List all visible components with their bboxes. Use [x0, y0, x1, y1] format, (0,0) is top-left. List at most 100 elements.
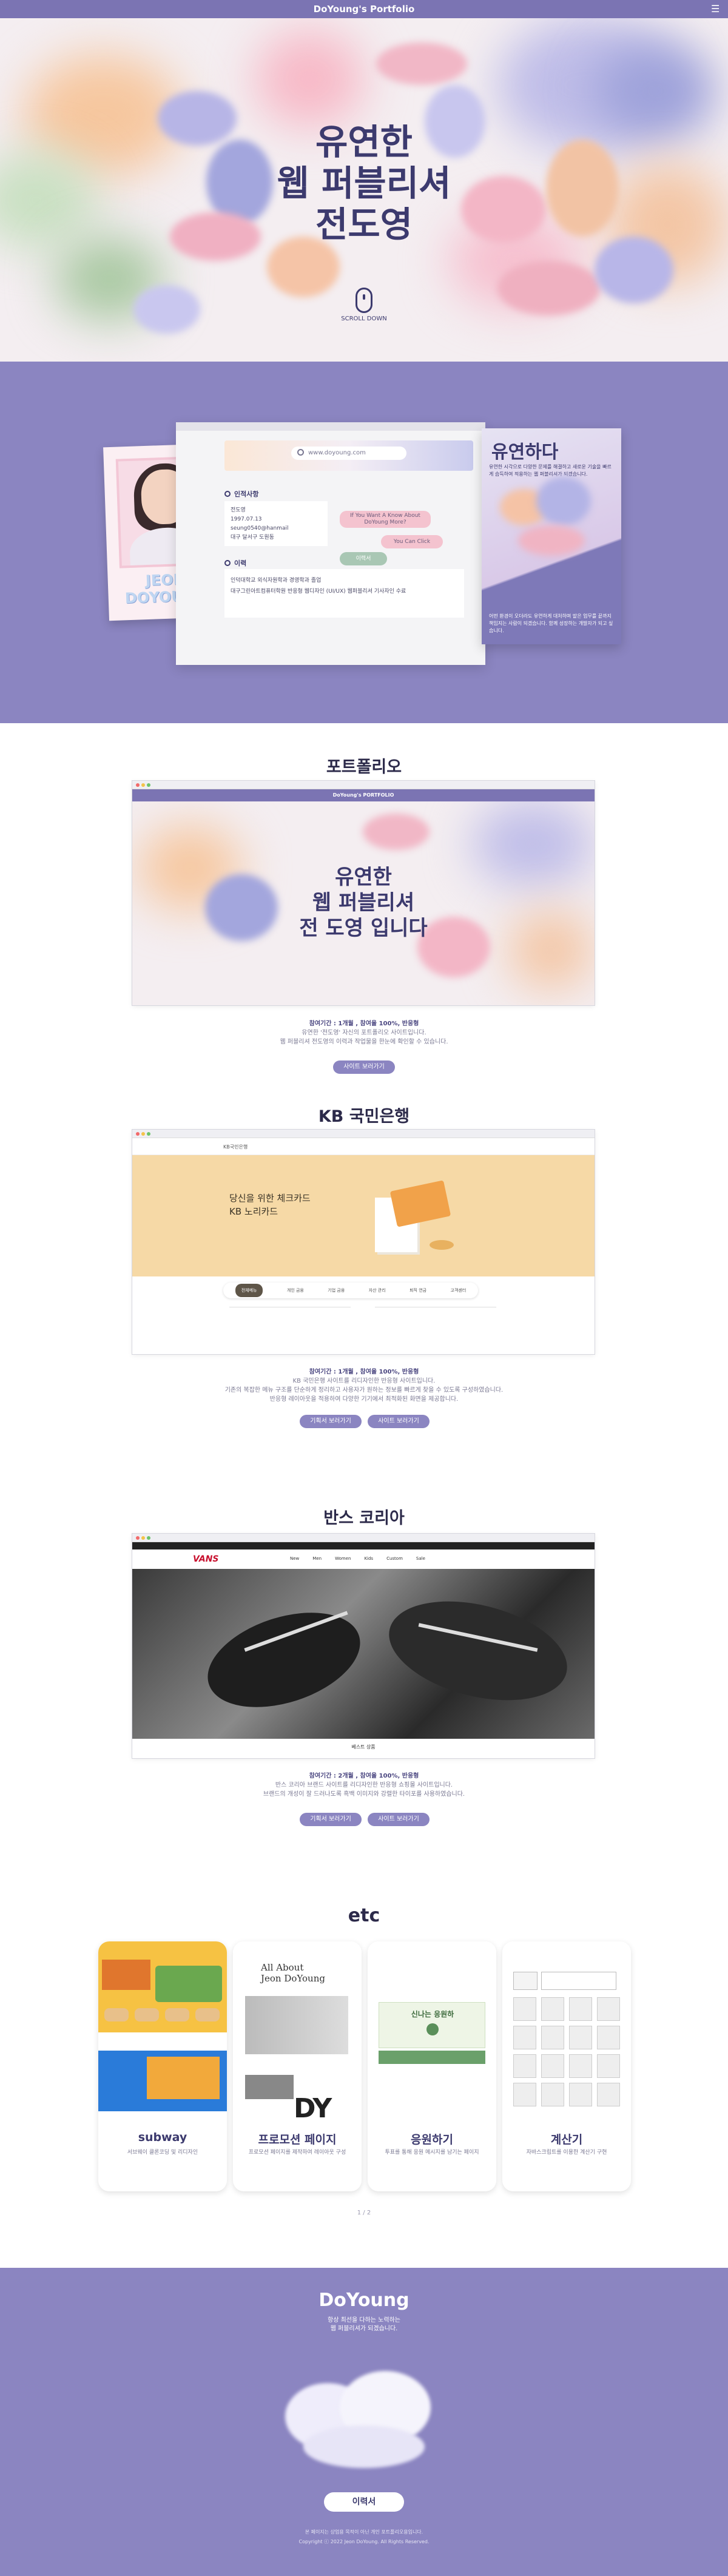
- career-item: 인덕대학교 외식자원학과 경영학과 졸업: [231, 578, 322, 584]
- promo-title: 프로모션 페이지: [258, 2133, 337, 2146]
- career-title: 이력: [234, 559, 247, 567]
- search-url: www.doyoung.com: [308, 450, 366, 456]
- career-list: 인덕대학교 외식자원학과 경영학과 졸업 대구그린아트컴퓨터학원 반응형 웹디자…: [224, 569, 464, 618]
- kb-headline: 당신을 위한 체크카드: [229, 1193, 311, 1204]
- promo-desc: 프로모션 페이지를 제작하여 레이아웃 구성: [248, 2149, 346, 2156]
- hero-title-line: 유연한: [315, 121, 413, 163]
- vans-plan-button[interactable]: 기획서 보러가기: [300, 1813, 362, 1826]
- promo-card[interactable]: All About Jeon DoYoung DY 프로모션 페이지 프로모션 …: [233, 1941, 362, 2191]
- preview-hero-line: 유연한: [335, 865, 392, 889]
- resume-pill-button[interactable]: 이력서: [340, 552, 387, 565]
- kb-tab[interactable]: 자산 관리: [369, 1287, 386, 1293]
- kb-plan-button[interactable]: 기획서 보러가기: [300, 1415, 362, 1428]
- vans-site-preview[interactable]: VANS New Men Women Kids Custom Sale 베스트 …: [132, 1534, 595, 1758]
- preview-hero-line: 웹 퍼블리셔: [312, 891, 415, 915]
- calculator-desc: 자바스크립트를 이용한 계산기 구현: [526, 2149, 607, 2156]
- etc-title: etc: [348, 1905, 380, 1926]
- vans-caption: 베스트 상품: [351, 1744, 376, 1750]
- kb-tab[interactable]: 개인 금융: [287, 1287, 304, 1293]
- kb-meta: 참여기간 : 1개월 , 참여율 100%, 반응형: [309, 1369, 419, 1375]
- vans-nav-item[interactable]: Women: [335, 1556, 351, 1561]
- hamburger-icon[interactable]: ☰: [711, 4, 722, 15]
- vans-nav-item[interactable]: Kids: [364, 1556, 373, 1561]
- kb-tab[interactable]: 퇴직 연금: [410, 1287, 426, 1293]
- preview-hero-line: 전 도영 입니다: [299, 916, 428, 940]
- cheer-title: 응원하기: [411, 2133, 453, 2146]
- kb-site-preview[interactable]: KB국민은행 당신을 위한 체크카드 KB 노리카드 전체메뉴 개인 금융 기업…: [132, 1130, 595, 1354]
- vans-desc-line: 반스 코리아 브랜드 사이트를 리디자인한 반응형 쇼핑몰 사이트입니다.: [275, 1782, 453, 1789]
- vans-nav-item[interactable]: New: [290, 1556, 299, 1561]
- squiggle-art: [494, 471, 609, 568]
- etc-pagination[interactable]: 1 / 2: [0, 2210, 728, 2216]
- portfolio-site-preview[interactable]: DoYoung's PORTFOLIO 유연한 웹 퍼블리셔 전 도영 입니다: [132, 781, 595, 1005]
- cheer-card[interactable]: 신나는 응원하 응원하기 투표를 통해 응원 메시지를 남기는 페이지: [368, 1941, 496, 2191]
- flexible-text-bottom: 어떤 환경이 오더라도 유연하게 대처하며 맡은 업무를 끝까지 책임지는 사람…: [489, 613, 613, 633]
- calculator-title: 계산기: [550, 2133, 583, 2146]
- vans-site-button[interactable]: 사이트 보러가기: [368, 1813, 430, 1826]
- portfolio-desc-line: 웹 퍼블리셔 전도영의 이력과 작업물을 한눈에 확인할 수 있습니다.: [280, 1039, 448, 1045]
- flexible-card: 유연하다 유연한 시각으로 다양한 문제를 해결하고 새로운 기술을 빠르게 습…: [482, 428, 621, 644]
- footer-name: DoYoung: [318, 2290, 410, 2311]
- subway-card[interactable]: subway 서브웨이 클론코딩 및 리디자인: [98, 1941, 227, 2191]
- career-item: 대구그린아트컴퓨터학원 반응형 웹디자인 (UI/UX) 웹퍼블리셔 기사자인 …: [231, 588, 406, 595]
- info-name: 전도영: [231, 507, 246, 513]
- vans-nav-item[interactable]: Men: [312, 1556, 322, 1561]
- cheer-label: 신나는 응원하: [411, 2010, 454, 2018]
- about-section: JEON DOYOUNG www.doyoung.com 인적사항 전도영 19…: [0, 362, 728, 723]
- kb-tab[interactable]: 기업 금융: [328, 1287, 345, 1293]
- hero-title: 유연한 웹 퍼블리셔 전도영: [0, 121, 728, 245]
- preview-hero: 유연한 웹 퍼블리셔 전 도영 입니다: [132, 801, 595, 1005]
- hero-section: 유연한 웹 퍼블리셔 전도영 SCROLL DOWN: [0, 18, 728, 362]
- info-title: 인적사항: [234, 490, 259, 498]
- subway-title: subway: [138, 2131, 187, 2144]
- career-heading: 이력: [224, 558, 246, 568]
- portfolio-desc: 참여기간 : 1개월 , 참여율 100%, 반응형 유연한 '전도영' 자신의…: [0, 1019, 728, 1047]
- cheer-desc: 투표를 통해 응원 메시지를 남기는 페이지: [385, 2149, 479, 2156]
- footer-note: 본 페이지는 상업용 목적이 아닌 개인 포트폴리오용입니다.: [305, 2529, 423, 2535]
- kb-tabs: 전체메뉴 개인 금융 기업 금융 자산 관리 퇴직 연금 고객센터: [223, 1283, 478, 1298]
- info-list: 전도영 1997.07.13 seung0540@hanmail 대구 달서구 …: [224, 501, 328, 546]
- promo-heading: Jeon DoYoung: [261, 1973, 325, 1984]
- kb-desc-line: KB 국민은행 사이트를 리디자인한 반응형 사이트입니다.: [292, 1378, 436, 1384]
- flexible-heading: 유연하다: [491, 442, 559, 463]
- kb-logo[interactable]: KB국민은행: [223, 1144, 248, 1150]
- kb-site-button[interactable]: 사이트 보러가기: [368, 1415, 430, 1428]
- about-prompt-pill: If You Want A Know About DoYoung More?: [340, 511, 431, 528]
- footer-subtitle-line: 웹 퍼블리셔가 되겠습니다.: [330, 2325, 398, 2332]
- portfolio-desc-line: 유연한 '전도영' 자신의 포트폴리오 사이트입니다.: [302, 1030, 426, 1036]
- footer-subtitle: 항상 최선을 다하는 노력하는 웹 퍼블리셔가 되겠습니다.: [0, 2316, 728, 2333]
- hero-title-line: 전도영: [315, 204, 413, 245]
- circle-icon: [224, 560, 231, 566]
- vans-nav-item[interactable]: Custom: [386, 1556, 403, 1561]
- preview-bar-title: DoYoung's PORTFOLIO: [132, 789, 595, 801]
- top-bar: DoYoung's Portfolio: [0, 0, 728, 18]
- promo-heading: All About: [261, 1962, 304, 1973]
- kb-tab[interactable]: 전체메뉴: [235, 1284, 263, 1297]
- info-address: 대구 달서구 도원동: [231, 534, 274, 541]
- kb-headline: KB 노리카드: [229, 1206, 278, 1217]
- mouse-scroll-icon[interactable]: [356, 288, 372, 313]
- vans-nav-item[interactable]: Sale: [416, 1556, 425, 1561]
- search-icon: [297, 449, 304, 456]
- calculator-card[interactable]: 계산기 자바스크립트를 이용한 계산기 구현: [502, 1941, 631, 2191]
- click-pill: You Can Click: [381, 535, 443, 548]
- hero-title-line: 웹 퍼블리셔: [277, 163, 451, 204]
- subway-desc: 서브웨이 클론코딩 및 리디자인: [127, 2149, 198, 2156]
- kb-tab[interactable]: 고객센터: [451, 1287, 467, 1293]
- portfolio-meta: 참여기간 : 1개월 , 참여율 100%, 반응형: [309, 1020, 419, 1027]
- resume-button[interactable]: 이력서: [324, 2492, 404, 2512]
- vans-logo[interactable]: VANS: [193, 1554, 219, 1564]
- portfolio-site-button[interactable]: 사이트 보러가기: [333, 1060, 395, 1074]
- vans-meta: 참여기간 : 2개월 , 참여율 100%, 반응형: [309, 1773, 419, 1779]
- search-bar[interactable]: www.doyoung.com: [291, 447, 406, 460]
- kb-desc-line: 반응형 레이아웃을 적용하여 다양한 기기에서 최적화된 화면을 제공합니다.: [269, 1396, 459, 1403]
- vans-desc: 참여기간 : 2개월 , 참여율 100%, 반응형 반스 코리아 브랜드 사이…: [0, 1772, 728, 1799]
- kb-title: KB 국민은행: [318, 1107, 410, 1126]
- site-title[interactable]: DoYoung's Portfolio: [314, 4, 415, 15]
- info-heading: 인적사항: [224, 489, 258, 499]
- vans-title: 반스 코리아: [323, 1509, 405, 1528]
- vans-hero-image: [132, 1569, 595, 1739]
- kb-desc-line: 기존의 복잡한 메뉴 구조를 단순하게 정리하고 사용자가 원하는 정보를 빠르…: [224, 1387, 504, 1394]
- vans-desc-line: 브랜드의 개성이 잘 드러나도록 흑백 이미지와 강렬한 타이포를 사용하였습니…: [263, 1791, 465, 1798]
- footer-copyright: Copyright ⓒ 2022 Jeon DoYoung. All Right…: [298, 2539, 430, 2544]
